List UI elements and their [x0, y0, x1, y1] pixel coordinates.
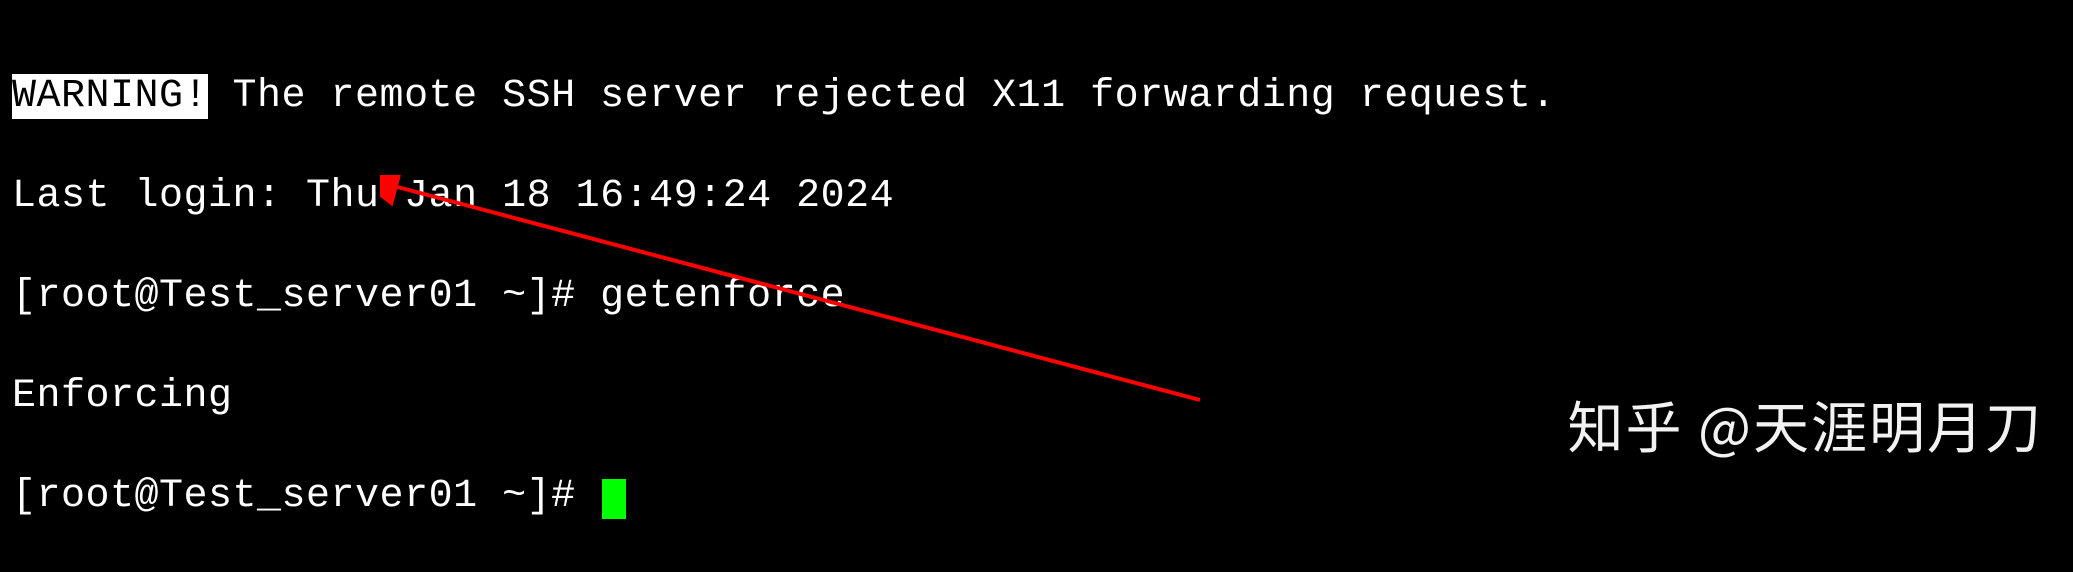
- watermark-text: 知乎 @天涯明月刀: [1567, 390, 2043, 460]
- terminal-line-warning: WARNING! The remote SSH server rejected …: [12, 72, 2061, 122]
- terminal-line-cmd1: [root@Test_server01 ~]# getenforce: [12, 272, 2061, 322]
- warning-label: WARNING!: [12, 74, 208, 119]
- warning-message: The remote SSH server rejected X11 forwa…: [208, 74, 1556, 119]
- command-getenforce: getenforce: [600, 274, 845, 319]
- terminal-line-prompt: [root@Test_server01 ~]#: [12, 472, 2061, 522]
- terminal-line-lastlogin: Last login: Thu Jan 18 16:49:24 2024: [12, 172, 2061, 222]
- prompt: [root@Test_server01 ~]#: [12, 474, 600, 519]
- cursor-icon: [602, 479, 626, 519]
- terminal-output[interactable]: WARNING! The remote SSH server rejected …: [12, 22, 2061, 572]
- prompt: [root@Test_server01 ~]#: [12, 274, 600, 319]
